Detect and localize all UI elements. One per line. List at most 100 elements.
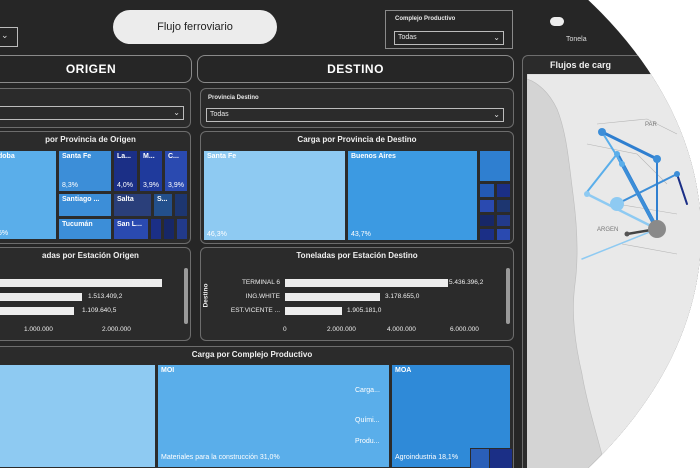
category-label: ING.WHITE xyxy=(245,293,280,300)
provincia-destino-dropdown[interactable]: Todas ⌄ xyxy=(206,108,504,122)
chevron-down-icon: ⌄ xyxy=(493,33,500,42)
treemap-tile[interactable] xyxy=(0,364,156,468)
scrollbar[interactable] xyxy=(184,268,188,324)
dashboard: ⌄ Flujo ferroviario Complejo Productivo … xyxy=(0,0,700,468)
treemap-tile[interactable] xyxy=(150,218,162,240)
origen-header: ORIGEN xyxy=(0,55,192,83)
chevron-down-icon: ⌄ xyxy=(173,108,180,117)
tile-value: 3,9% xyxy=(143,182,159,189)
tile-value: 4,0% xyxy=(117,182,133,189)
flow-map[interactable]: PAR ARGEN xyxy=(527,74,700,468)
treemap-tile[interactable]: Santa Fe 8,3% xyxy=(58,150,112,192)
axis-tick: 0 xyxy=(283,326,287,333)
top-left-dropdown[interactable]: ⌄ xyxy=(0,27,18,47)
tile-label: S... xyxy=(157,196,168,203)
small-tile[interactable] xyxy=(489,448,513,468)
axis-tick: 4.000.000 xyxy=(387,326,416,333)
category-label: EST.VICENTE ... xyxy=(230,307,280,314)
bar-value: 1.905.181,0 xyxy=(347,307,382,314)
treemap-tile[interactable] xyxy=(496,228,511,241)
destino-header: DESTINO xyxy=(197,55,514,83)
treemap-tile[interactable] xyxy=(496,199,511,213)
tile-value: 3,9% xyxy=(168,182,184,189)
tile-label: MOA xyxy=(395,367,412,374)
tile-value: 43,7% xyxy=(351,231,371,238)
tile-label: Quími... xyxy=(355,417,380,424)
tile-label: Santa Fe xyxy=(62,153,92,160)
bar[interactable] xyxy=(0,293,82,301)
tile-value: 5% xyxy=(0,230,9,237)
axis-tick: 2.000.000 xyxy=(327,326,356,333)
screenshot-stage: ⌄ Flujo ferroviario Complejo Productivo … xyxy=(0,0,700,468)
treemap-tile[interactable] xyxy=(479,150,511,182)
complejo-title: Carga por Complejo Productivo xyxy=(191,350,313,359)
ton-origen-title: adas por Estación Origen xyxy=(42,251,139,260)
tile-label: San L... xyxy=(117,221,142,228)
tile-label: Santiago ... xyxy=(62,196,100,203)
treemap-tile[interactable]: Santa Fe 46,3% xyxy=(203,150,346,241)
treemap-tile[interactable] xyxy=(479,183,495,198)
tile-label: Carga... xyxy=(355,387,380,394)
tile-label: Produ... xyxy=(355,438,380,445)
treemap-tile[interactable] xyxy=(479,214,495,227)
treemap-tile[interactable]: Buenos Aires 43,7% xyxy=(347,150,478,241)
bar-value: 5.436.396,2 xyxy=(449,279,484,286)
tile-label: doba xyxy=(0,153,15,160)
tile-label: C... xyxy=(168,153,179,160)
bar-value: 1.513.409,2 xyxy=(88,293,123,300)
flujo-ferroviario-button[interactable]: Flujo ferroviario xyxy=(113,10,277,44)
scrollbar[interactable] xyxy=(506,268,510,324)
treemap-tile[interactable]: Tucumán xyxy=(58,218,112,240)
tile-value: 46,3% xyxy=(207,231,227,238)
treemap-tile[interactable] xyxy=(174,193,188,217)
treemap-tile[interactable]: Salta xyxy=(113,193,152,217)
provincia-origen-dropdown[interactable]: ⌄ xyxy=(0,106,184,120)
complejo-productivo-value: Todas xyxy=(398,34,417,41)
bar[interactable] xyxy=(285,307,342,315)
treemap-tile[interactable]: C... 3,9% xyxy=(164,150,188,192)
carga-destino-title: Carga por Provincia de Destino xyxy=(297,135,417,144)
bar[interactable] xyxy=(0,307,74,315)
tile-label: Buenos Aires xyxy=(351,153,396,160)
map-title: Flujos de carg xyxy=(550,60,612,70)
bar-value: 3.178.655,0 xyxy=(385,293,420,300)
treemap-tile[interactable]: Santiago ... xyxy=(58,193,112,217)
map-place-label: PAR xyxy=(645,122,658,128)
small-tile[interactable] xyxy=(470,448,490,468)
treemap-tile[interactable] xyxy=(163,218,175,240)
tile-label: Salta xyxy=(117,196,134,203)
tile-value: 8,3% xyxy=(62,182,78,189)
tile-value: Agroindustria 18,1% xyxy=(395,454,459,461)
bar-value: 1.109.640,5 xyxy=(82,307,117,314)
tile-label: La... xyxy=(117,153,132,160)
complejo-productivo-dropdown[interactable]: Todas ⌄ xyxy=(394,31,504,45)
treemap-tile[interactable] xyxy=(496,214,511,227)
axis-tick: 1.000.000 xyxy=(24,326,53,333)
bar[interactable] xyxy=(285,279,448,287)
tile-label: MOI xyxy=(161,367,175,374)
tile-value: Materiales para la construcción 31,0% xyxy=(161,454,280,461)
provincia-destino-label: Provincia Destino xyxy=(208,95,259,101)
chevron-down-icon: ⌄ xyxy=(493,110,500,119)
bar-value: 2.050.212,4 xyxy=(127,279,162,286)
treemap-tile[interactable] xyxy=(479,199,495,213)
category-label: TERMINAL 6 xyxy=(241,279,280,286)
tile-label: M... xyxy=(143,153,155,160)
toneladas-card-label: Tonela xyxy=(566,36,587,43)
tile-label: Santa Fe xyxy=(207,153,237,160)
treemap-tile[interactable] xyxy=(176,218,188,240)
chevron-down-icon: ⌄ xyxy=(1,30,9,40)
card-marker xyxy=(550,17,564,26)
treemap-tile[interactable]: M... 3,9% xyxy=(139,150,163,192)
ton-destino-title: Toneladas por Estación Destino xyxy=(296,251,418,260)
tile-label: Tucumán xyxy=(62,221,93,228)
axis-tick: 2.000.000 xyxy=(102,326,131,333)
treemap-tile[interactable] xyxy=(496,183,511,198)
treemap-tile[interactable] xyxy=(479,228,495,241)
treemap-tile[interactable]: La... 4,0% xyxy=(113,150,138,192)
treemap-tile[interactable]: MOI Materiales para la construcción 31,0… xyxy=(157,364,390,468)
treemap-tile[interactable]: San L... xyxy=(113,218,149,240)
treemap-tile[interactable]: S... xyxy=(153,193,173,217)
bar[interactable] xyxy=(285,293,380,301)
treemap-tile[interactable]: doba 5% xyxy=(0,150,57,240)
